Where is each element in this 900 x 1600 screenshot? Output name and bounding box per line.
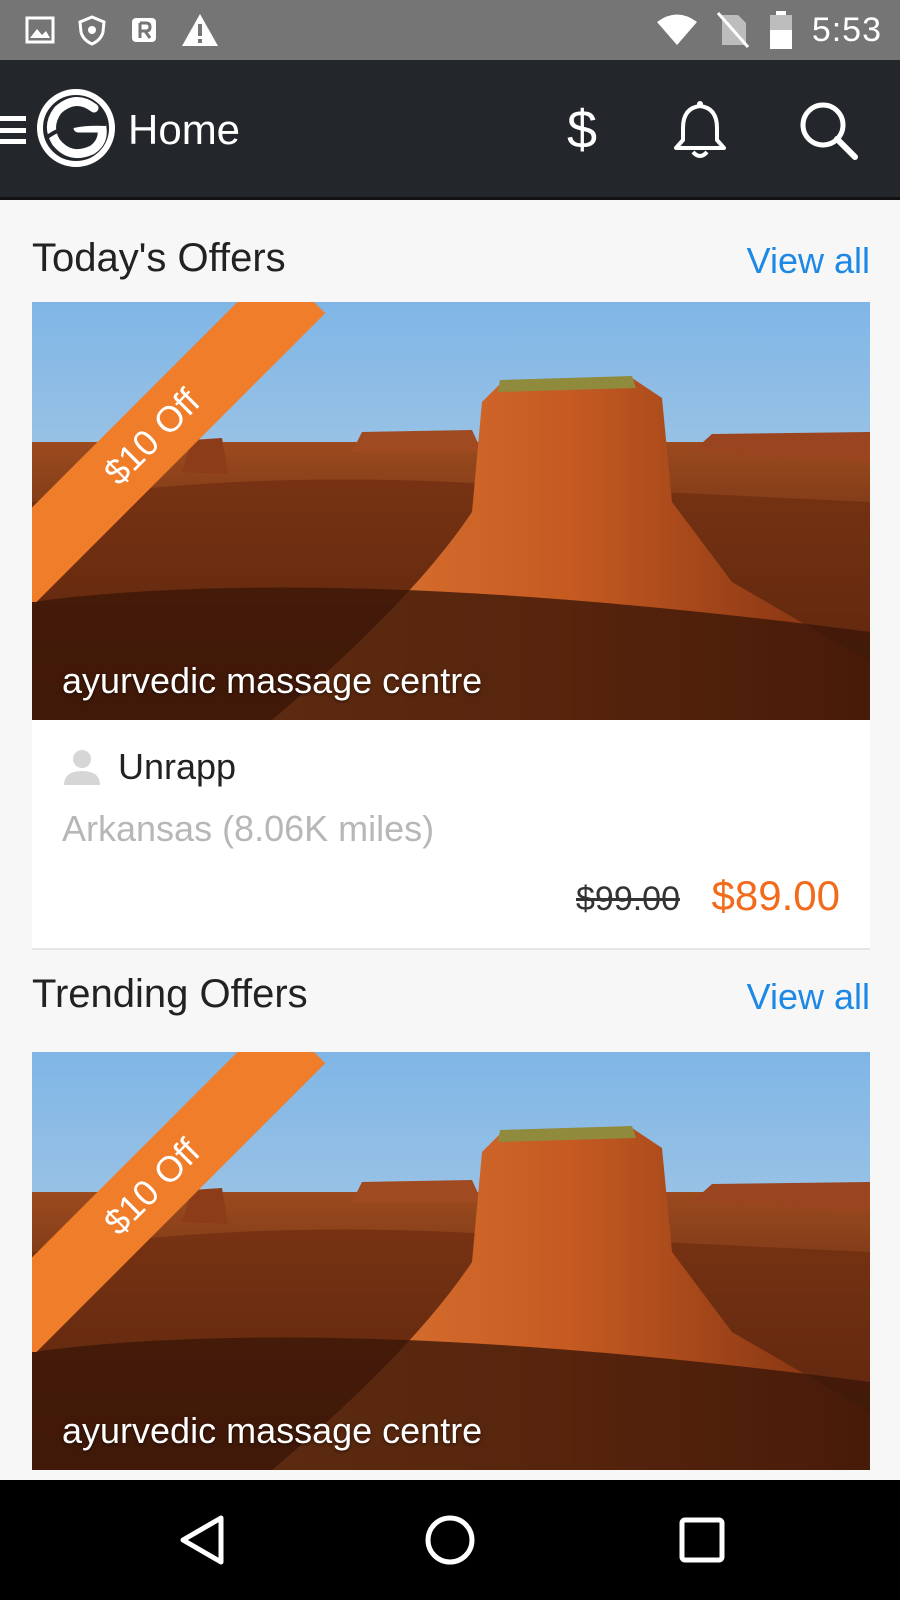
no-sim-icon bbox=[716, 12, 749, 48]
todays-offers-header: Today's Offers View all bbox=[32, 236, 870, 296]
discounted-price: $89.00 bbox=[711, 872, 840, 919]
bell-icon[interactable] bbox=[668, 98, 732, 162]
status-bar: 5:53 bbox=[0, 0, 900, 60]
offer-card[interactable]: $10 Off ayurvedic massage centre bbox=[32, 1052, 870, 1470]
offer-image[interactable]: $10 Off ayurvedic massage centre bbox=[32, 302, 870, 720]
view-all-link[interactable]: View all bbox=[747, 240, 870, 282]
offer-details: Unrapp Arkansas (8.06K miles) $99.00 $89… bbox=[32, 720, 870, 950]
discount-label: $10 Off bbox=[32, 302, 326, 602]
vendor-name: Unrapp bbox=[118, 746, 237, 787]
vendor-row: Unrapp bbox=[62, 742, 236, 792]
discount-ribbon: $10 Off bbox=[32, 1052, 332, 1352]
dollar-symbol: $ bbox=[566, 100, 598, 160]
view-all-link[interactable]: View all bbox=[747, 976, 870, 1018]
system-nav-bar bbox=[0, 1480, 900, 1600]
back-icon[interactable] bbox=[170, 1508, 234, 1572]
logo-icon[interactable] bbox=[36, 88, 116, 168]
status-time: 5:53 bbox=[811, 10, 882, 49]
location-text: Arkansas (8.06K miles) bbox=[62, 808, 435, 849]
home-icon[interactable] bbox=[418, 1508, 482, 1572]
section-title: Trending Offers bbox=[32, 972, 308, 1016]
search-icon[interactable] bbox=[796, 98, 860, 162]
status-right-icons: 5:53 bbox=[656, 8, 882, 52]
original-price: $99.00 bbox=[576, 880, 680, 918]
warning-icon bbox=[182, 14, 218, 46]
content-area[interactable]: Today's Offers View all $10 Off ayurvedi… bbox=[0, 200, 900, 1480]
discount-ribbon: $10 Off bbox=[32, 302, 332, 602]
page-title: Home bbox=[128, 106, 241, 153]
r-badge-icon bbox=[132, 18, 156, 42]
app-bar: Home $ bbox=[0, 60, 900, 200]
offer-card[interactable]: $10 Off ayurvedic massage centre Unrapp … bbox=[32, 302, 870, 950]
discount-label: $10 Off bbox=[32, 1052, 326, 1352]
trending-offers-header: Trending Offers View all bbox=[32, 972, 870, 1032]
wifi-icon bbox=[656, 14, 697, 45]
status-left-icons bbox=[24, 10, 220, 50]
menu-icon[interactable] bbox=[0, 112, 26, 148]
shield-icon bbox=[78, 15, 106, 46]
image-icon bbox=[25, 16, 55, 44]
dollar-icon[interactable]: $ bbox=[550, 98, 614, 162]
user-icon bbox=[64, 750, 100, 785]
section-title: Today's Offers bbox=[32, 236, 286, 280]
offer-caption: ayurvedic massage centre bbox=[62, 1410, 483, 1451]
offer-caption: ayurvedic massage centre bbox=[62, 660, 483, 701]
offer-image[interactable]: $10 Off ayurvedic massage centre bbox=[32, 1052, 870, 1470]
recents-icon[interactable] bbox=[670, 1508, 734, 1572]
battery-icon bbox=[769, 11, 792, 49]
